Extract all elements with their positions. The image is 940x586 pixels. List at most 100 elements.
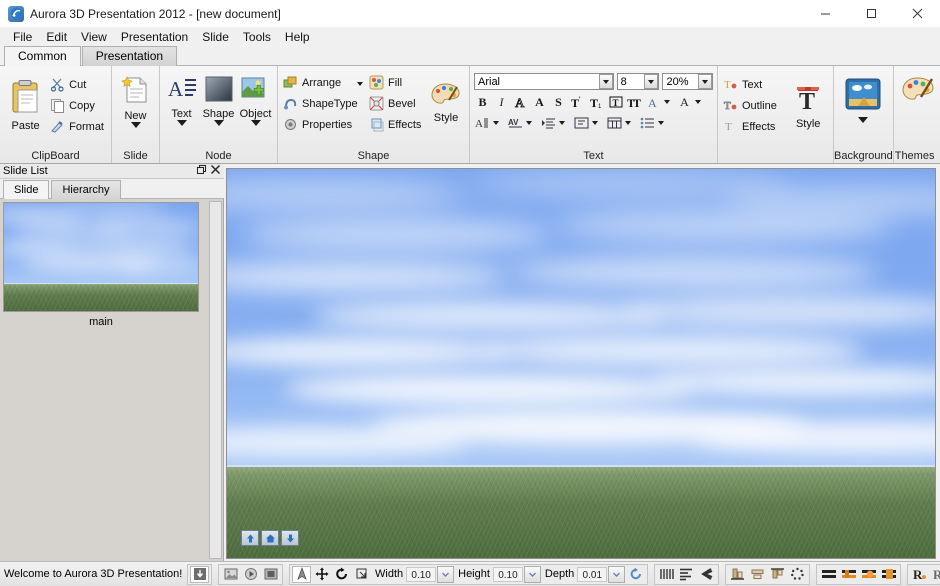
chevron-down-icon[interactable] bbox=[697, 74, 712, 89]
outline-text-button[interactable]: A bbox=[512, 93, 529, 110]
height-stepper[interactable] bbox=[523, 565, 541, 583]
menu-item-presentation[interactable]: Presentation bbox=[114, 28, 195, 47]
restore-icon[interactable] bbox=[197, 165, 206, 177]
format-painter-button[interactable]: Format bbox=[48, 117, 108, 138]
shape-effects-button[interactable]: Effects bbox=[367, 115, 426, 136]
style-r-plain-button[interactable]: R bbox=[910, 566, 929, 583]
paste-button[interactable]: Paste bbox=[3, 71, 48, 132]
slide-thumbnail-main[interactable] bbox=[3, 202, 199, 312]
align-top-button[interactable] bbox=[768, 566, 787, 583]
chevron-down-icon[interactable] bbox=[493, 120, 499, 125]
bold-button[interactable]: B bbox=[474, 93, 491, 110]
chevron-down-icon[interactable] bbox=[526, 120, 532, 125]
rotate-tool-button[interactable] bbox=[332, 566, 351, 583]
columns-button[interactable] bbox=[606, 114, 623, 131]
width-value[interactable]: 0.10 bbox=[406, 566, 437, 582]
select-tool-button[interactable] bbox=[292, 565, 311, 583]
menu-item-file[interactable]: File bbox=[6, 28, 39, 47]
properties-button[interactable]: Properties bbox=[281, 115, 367, 136]
slide-canvas[interactable] bbox=[226, 168, 936, 559]
text-node-button[interactable]: A Text bbox=[163, 71, 200, 126]
style-flat-button[interactable] bbox=[819, 566, 838, 583]
tab-hierarchy[interactable]: Hierarchy bbox=[51, 180, 121, 199]
char-spacing-button[interactable]: AV bbox=[507, 114, 524, 131]
play-preview-button[interactable] bbox=[241, 566, 260, 583]
depth-value[interactable]: 0.01 bbox=[577, 566, 608, 582]
chevron-down-icon[interactable] bbox=[695, 99, 701, 104]
superscript-button[interactable]: T ' bbox=[569, 93, 586, 110]
align-list-button[interactable] bbox=[677, 566, 696, 583]
font-family-combo[interactable]: Arial bbox=[474, 73, 614, 90]
menu-item-help[interactable]: Help bbox=[278, 28, 317, 47]
chevron-down-icon[interactable] bbox=[176, 120, 187, 126]
minimize-button[interactable] bbox=[802, 0, 848, 27]
chevron-down-icon[interactable] bbox=[664, 99, 670, 104]
distribute-circular-button[interactable] bbox=[788, 566, 807, 583]
home-icon[interactable] bbox=[261, 530, 279, 546]
preview-image-button[interactable] bbox=[221, 566, 240, 583]
render-mode-button[interactable] bbox=[190, 565, 209, 583]
line-spacing-button[interactable]: A bbox=[474, 114, 491, 131]
shapetype-button[interactable]: ShapeType bbox=[281, 94, 367, 115]
char-style-button[interactable]: A bbox=[645, 93, 662, 110]
align-center-button[interactable] bbox=[748, 566, 767, 583]
close-button[interactable] bbox=[894, 0, 940, 27]
menu-item-view[interactable]: View bbox=[74, 28, 114, 47]
fullscreen-preview-button[interactable] bbox=[261, 566, 280, 583]
boxed-text-button[interactable]: T bbox=[607, 93, 624, 110]
chevron-down-icon[interactable] bbox=[598, 74, 613, 89]
reset-transform-button[interactable] bbox=[626, 566, 645, 583]
subscript-button[interactable]: T1 bbox=[588, 93, 605, 110]
cut-button[interactable]: Cut bbox=[48, 75, 108, 96]
width-stepper[interactable] bbox=[437, 565, 455, 583]
italic-button[interactable]: I bbox=[493, 93, 510, 110]
chevron-down-icon[interactable] bbox=[213, 120, 224, 126]
bevel-button[interactable]: Bevel bbox=[367, 94, 426, 115]
text-fill-button[interactable]: T Text bbox=[721, 75, 786, 96]
depth-stepper[interactable] bbox=[608, 565, 626, 583]
chevron-down-icon[interactable] bbox=[559, 120, 565, 125]
style-r-shadow-button[interactable]: R bbox=[930, 566, 940, 583]
align-left-arrow-button[interactable] bbox=[697, 566, 716, 583]
chevron-down-icon[interactable] bbox=[357, 81, 364, 86]
arrow-up-icon[interactable] bbox=[241, 530, 259, 546]
chevron-down-icon[interactable] bbox=[130, 122, 141, 128]
chevron-down-icon[interactable] bbox=[858, 117, 869, 123]
menu-item-tools[interactable]: Tools bbox=[236, 28, 278, 47]
fill-button[interactable]: Fill bbox=[367, 73, 426, 94]
text-outline-button[interactable]: T Outline bbox=[721, 96, 786, 117]
shadow-text-button[interactable]: S bbox=[550, 93, 567, 110]
distribute-horizontal-button[interactable] bbox=[657, 566, 676, 583]
close-icon[interactable] bbox=[211, 165, 220, 177]
move-tool-button[interactable] bbox=[312, 566, 331, 583]
style-3d-button[interactable] bbox=[859, 566, 878, 583]
height-value[interactable]: 0.10 bbox=[492, 566, 523, 582]
menu-item-slide[interactable]: Slide bbox=[195, 28, 236, 47]
tab-presentation[interactable]: Presentation bbox=[81, 46, 178, 66]
chevron-down-icon[interactable] bbox=[644, 74, 659, 89]
slide-thumbnail-item[interactable]: main bbox=[3, 202, 199, 328]
text-effects-button[interactable]: T Effects bbox=[721, 117, 786, 138]
style-gradient-button[interactable] bbox=[839, 566, 858, 583]
maximize-button[interactable] bbox=[848, 0, 894, 27]
bullet-list-button[interactable] bbox=[639, 114, 656, 131]
themes-button[interactable] bbox=[897, 71, 940, 110]
font-size-combo[interactable]: 8 bbox=[616, 73, 660, 90]
arrow-down-icon[interactable] bbox=[281, 530, 299, 546]
indent-button[interactable] bbox=[540, 114, 557, 131]
arrange-button[interactable]: Arrange bbox=[281, 73, 367, 94]
scale-tool-button[interactable] bbox=[352, 566, 371, 583]
align-bottom-button[interactable] bbox=[728, 566, 747, 583]
new-slide-button[interactable]: New bbox=[115, 71, 156, 128]
slide-list-scrollbar[interactable] bbox=[209, 201, 222, 559]
copy-button[interactable]: Copy bbox=[48, 96, 108, 117]
chevron-down-icon[interactable] bbox=[625, 120, 631, 125]
double-t-button[interactable]: TT bbox=[626, 93, 643, 110]
shape-node-button[interactable]: Shape bbox=[200, 71, 237, 126]
fill-text-button[interactable]: A bbox=[531, 93, 548, 110]
shape-style-button[interactable]: Style bbox=[426, 73, 466, 124]
background-button[interactable] bbox=[837, 71, 889, 123]
tab-slide[interactable]: Slide bbox=[3, 180, 50, 199]
object-node-button[interactable]: Object bbox=[237, 71, 274, 126]
chevron-down-icon[interactable] bbox=[250, 120, 261, 126]
